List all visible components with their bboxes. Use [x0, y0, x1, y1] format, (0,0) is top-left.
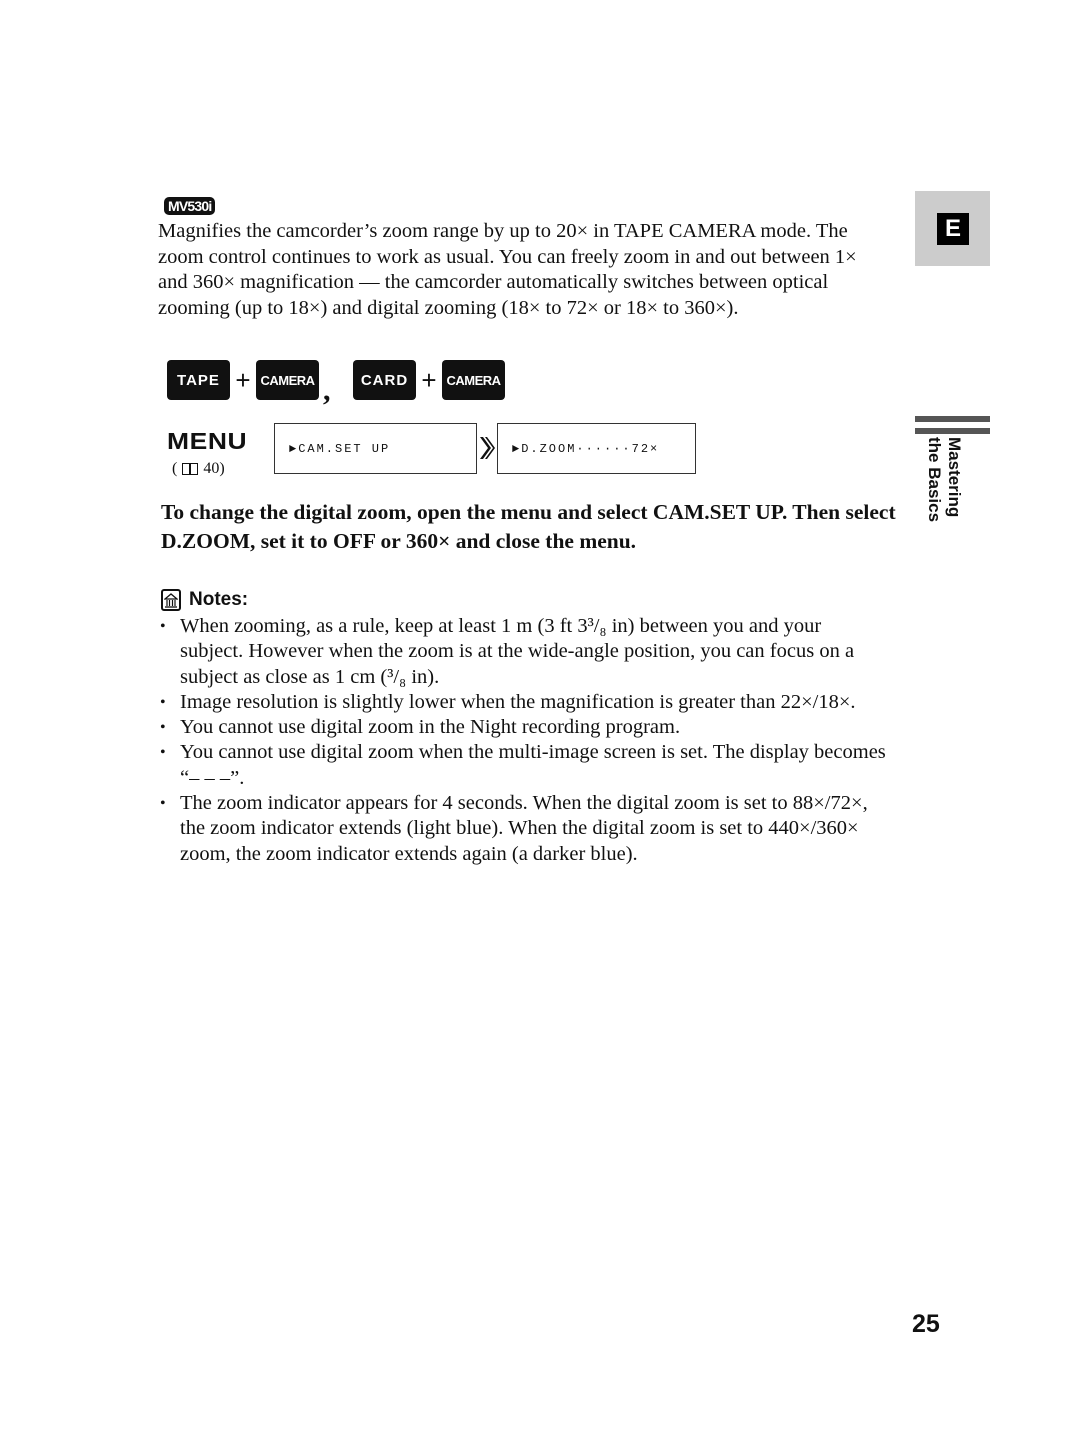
- menu-label: MENU: [167, 428, 248, 454]
- intro-paragraph: Magnifies the camcorder’s zoom range by …: [158, 220, 857, 319]
- note-item: Image resolution is slightly lower when …: [158, 690, 888, 716]
- double-chevron-right-icon: [480, 437, 495, 459]
- notes-title: Notes:: [189, 589, 249, 610]
- menu-screen-cam-set-up: ►CAM.SET UP: [274, 423, 477, 474]
- book-icon: [182, 463, 199, 475]
- camera-mode-button: CAMERA: [256, 360, 319, 400]
- plus-sign: +: [235, 364, 251, 395]
- note-item: When zooming, as a rule, keep at least 1…: [158, 614, 888, 690]
- language-tab: E: [915, 191, 990, 266]
- section-label-line-1: Mastering: [945, 437, 964, 518]
- page-number: 25: [912, 1310, 940, 1338]
- section-divider: [915, 428, 990, 434]
- notes-icon: [161, 589, 181, 611]
- note-item: The zoom indicator appears for 4 seconds…: [158, 791, 888, 867]
- notes-header: Notes:: [161, 589, 248, 611]
- card-mode-button: CARD: [353, 360, 416, 400]
- camera-mode-button: CAMERA: [442, 360, 505, 400]
- ref-open: (: [172, 460, 178, 477]
- notes-list: When zooming, as a rule, keep at least 1…: [158, 614, 888, 867]
- tape-mode-button: TAPE: [167, 360, 230, 400]
- section-divider: [915, 416, 990, 422]
- note-item: You cannot use digital zoom when the mul…: [158, 740, 888, 791]
- ref-page: 40): [203, 460, 225, 477]
- instruction-heading: To change the digital zoom, open the men…: [161, 500, 896, 553]
- language-letter: E: [937, 213, 969, 245]
- mode-buttons: TAPE + CAMERA , CARD + CAMERA: [167, 360, 505, 407]
- model-badge: MV530i: [164, 197, 216, 215]
- section-label-line-2: the Basics: [925, 437, 944, 523]
- note-item: You cannot use digital zoom in the Night…: [158, 715, 888, 741]
- page-reference: ( 40): [172, 460, 225, 478]
- plus-sign: +: [421, 364, 437, 395]
- separator: ,: [323, 374, 331, 407]
- menu-screen-d-zoom: ►D.ZOOM······72×: [497, 423, 696, 474]
- section-label: Mastering the Basics: [918, 437, 964, 541]
